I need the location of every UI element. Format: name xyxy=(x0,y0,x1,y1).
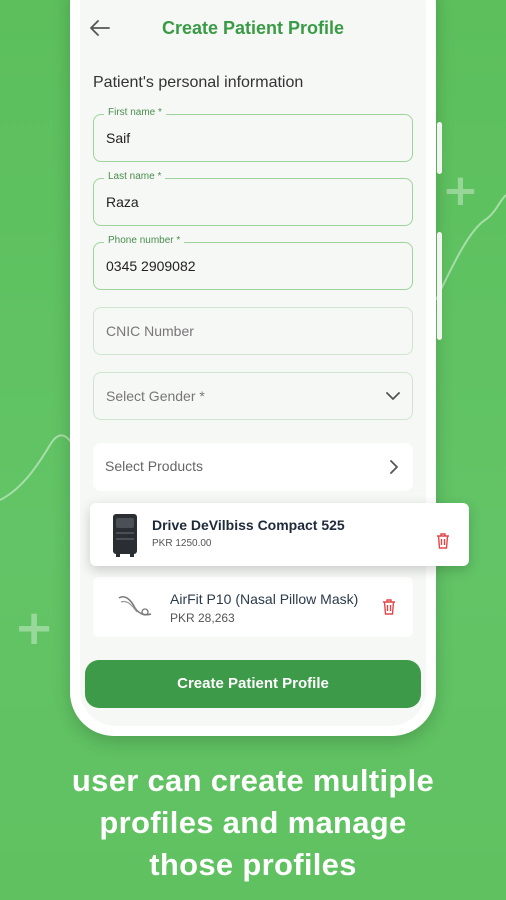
gender-select-placeholder: Select Gender * xyxy=(106,388,205,404)
trash-icon[interactable] xyxy=(382,599,396,615)
promo-caption: user can create multiple profiles and ma… xyxy=(0,760,506,886)
select-products-label: Select Products xyxy=(105,458,204,474)
section-title: Patient's personal information xyxy=(93,74,304,91)
product-price: PKR 1250.00 xyxy=(152,538,212,549)
plus-decoration-icon: + xyxy=(442,165,479,216)
product-name: AirFit P10 (Nasal Pillow Mask) xyxy=(170,591,359,607)
plus-decoration-icon: + xyxy=(14,600,55,656)
first-name-value: Saif xyxy=(106,130,131,146)
app-header: Create Patient Profile xyxy=(80,10,426,46)
nasal-mask-icon xyxy=(118,596,152,616)
product-card[interactable]: AirFit P10 (Nasal Pillow Mask) PKR 28,26… xyxy=(93,577,413,637)
last-name-value: Raza xyxy=(106,194,139,210)
first-name-field[interactable]: First name * Saif xyxy=(93,107,413,162)
phone-number-label: Phone number * xyxy=(104,235,185,246)
last-name-label: Last name * xyxy=(104,171,166,182)
phone-side-button xyxy=(437,122,442,174)
trash-icon[interactable] xyxy=(436,533,450,549)
cnic-number-placeholder: CNIC Number xyxy=(106,323,194,339)
phone-side-button xyxy=(437,232,442,340)
last-name-field[interactable]: Last name * Raza xyxy=(93,171,413,226)
select-products-button[interactable]: Select Products xyxy=(93,443,413,491)
caption-line: user can create multiple xyxy=(71,763,435,798)
caption-line: profiles and manage xyxy=(99,805,407,840)
phone-number-value: 0345 2909082 xyxy=(106,258,196,274)
product-price: PKR 28,263 xyxy=(170,611,235,625)
first-name-label: First name * xyxy=(104,107,166,118)
caption-line: those profiles xyxy=(149,847,357,882)
app-screen: Create Patient Profile Patient's persona… xyxy=(80,0,426,726)
product-name: Drive DeVilbiss Compact 525 xyxy=(152,517,345,533)
chevron-down-icon xyxy=(386,392,400,400)
chevron-right-icon xyxy=(390,460,398,474)
cnic-number-field[interactable]: CNIC Number xyxy=(93,307,413,355)
product-card[interactable]: Drive DeVilbiss Compact 525 PKR 1250.00 xyxy=(90,503,469,566)
oxygen-concentrator-icon xyxy=(113,514,137,557)
page-title: Create Patient Profile xyxy=(161,18,345,38)
create-patient-profile-button[interactable]: Create Patient Profile xyxy=(85,660,421,708)
phone-number-field[interactable]: Phone number * 0345 2909082 xyxy=(93,235,413,290)
gender-select[interactable]: Select Gender * xyxy=(93,372,413,420)
